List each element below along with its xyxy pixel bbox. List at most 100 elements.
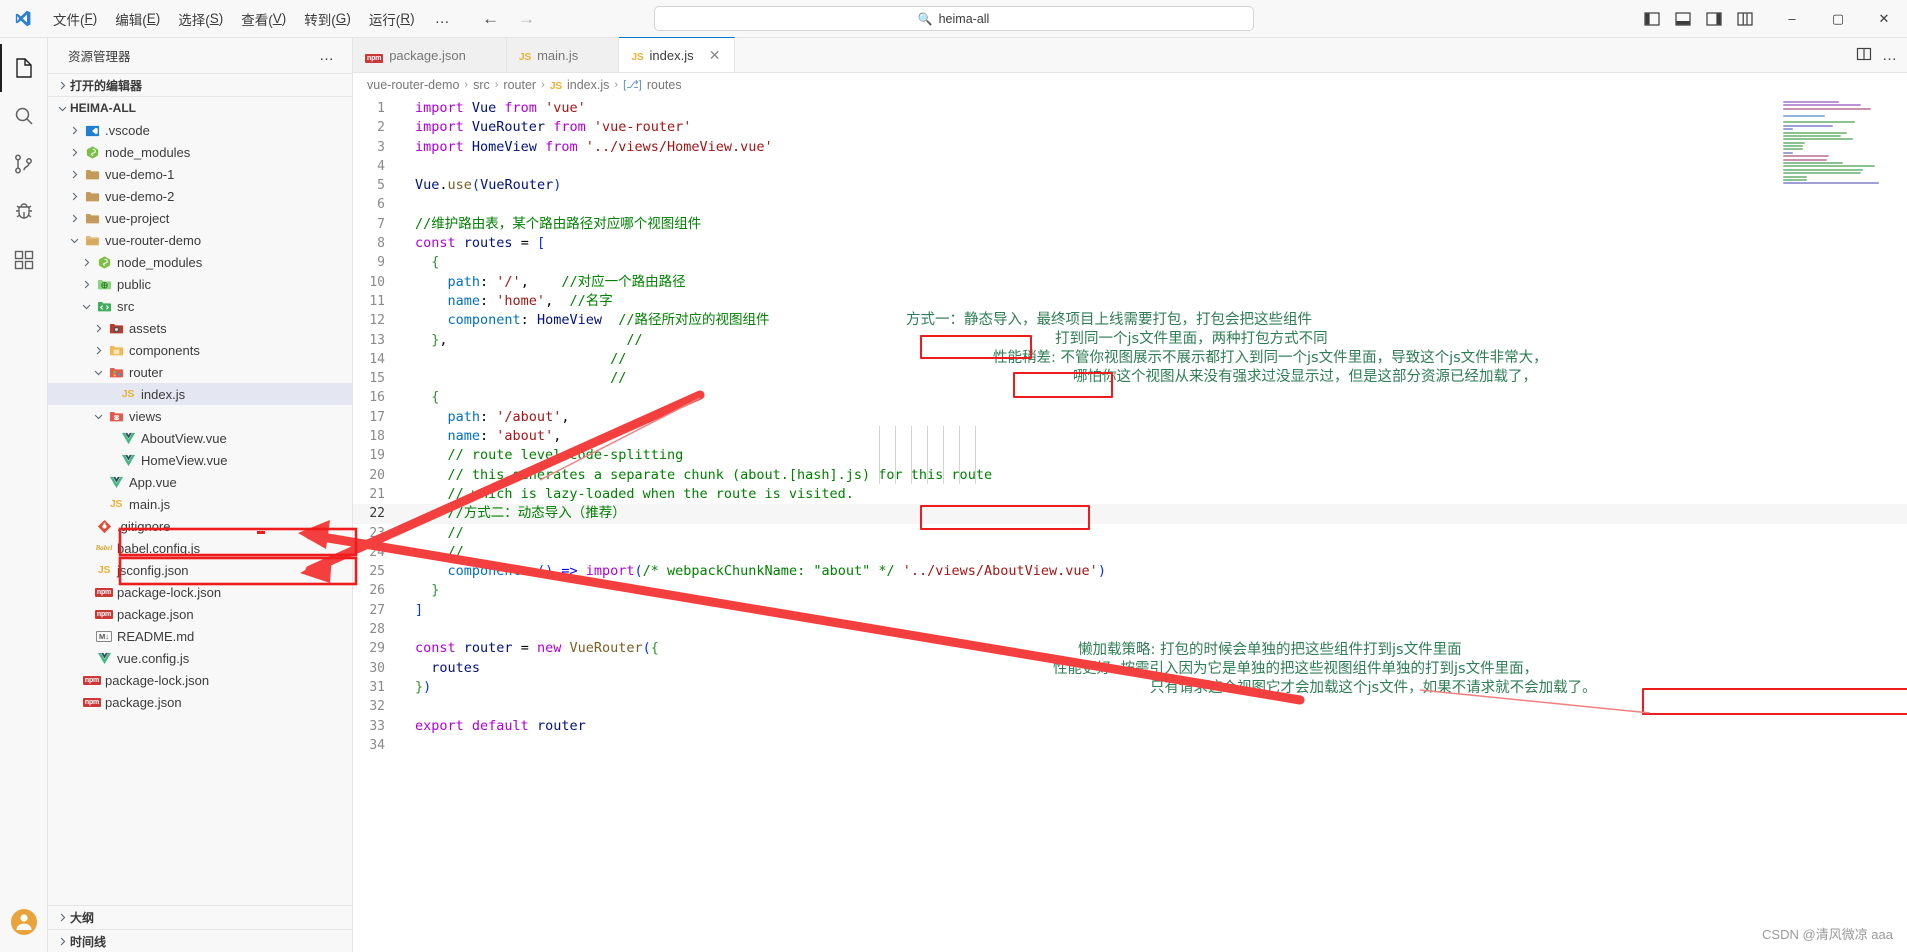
code-line[interactable]: 28 [353, 620, 1907, 639]
tree-file-main-js[interactable]: JS main.js [48, 493, 352, 515]
breadcrumb-item[interactable]: router [503, 78, 536, 92]
tree-folder-vue-router-demo[interactable]: vue-router-demo [48, 229, 352, 251]
code-line[interactable]: 21 // which is lazy-loaded when the rout… [353, 485, 1907, 504]
tree-folder-components[interactable]: components [48, 339, 352, 361]
code-line[interactable]: 29 const router = new VueRouter({ [353, 639, 1907, 658]
code-line[interactable]: 8 const routes = [ [353, 234, 1907, 253]
code-line[interactable]: 10 path: '/', //对应一个路由路径 [353, 273, 1907, 292]
code-line[interactable]: 30 routes [353, 659, 1907, 678]
code-line[interactable]: 15 // [353, 369, 1907, 388]
tree-file-readme-md[interactable]: M↓ README.md [48, 625, 352, 647]
code-editor[interactable]: 1 import Vue from 'vue' 2 import VueRouter … [353, 96, 1907, 952]
code-line[interactable]: 2 import VueRouter from 'vue-router' [353, 118, 1907, 137]
code-line[interactable]: 31}) [353, 678, 1907, 697]
window-maximize-button[interactable]: ▢ [1815, 0, 1861, 38]
tree-file-aboutview-vue[interactable]: AboutView.vue [48, 427, 352, 449]
tree-file-app-vue[interactable]: App.vue [48, 471, 352, 493]
tree-folder-vue-demo-2[interactable]: vue-demo-2 [48, 185, 352, 207]
tree-folder-router[interactable]: router [48, 361, 352, 383]
breadcrumb-item[interactable]: routes [647, 78, 682, 92]
code-line[interactable]: 23 // [353, 524, 1907, 543]
code-line[interactable]: 27] [353, 601, 1907, 620]
tree-file-package-json[interactable]: npm package.json [48, 691, 352, 713]
code-line[interactable]: 6 [353, 195, 1907, 214]
code-line[interactable]: 24 // [353, 543, 1907, 562]
tree-folder-vue-project[interactable]: vue-project [48, 207, 352, 229]
section-outline[interactable]: 大纲 [48, 906, 352, 929]
code-line[interactable]: 25 component: () => import(/* webpackChu… [353, 562, 1907, 581]
account-icon[interactable] [0, 898, 48, 946]
code-line[interactable]: 3 import HomeView from '../views/HomeView… [353, 138, 1907, 157]
tree-folder-node-modules[interactable]: node_modules [48, 141, 352, 163]
section-timeline[interactable]: 时间线 [48, 929, 352, 952]
toggle-primary-sidebar-icon[interactable] [1638, 6, 1666, 32]
tree-folder-node-modules[interactable]: node_modules [48, 251, 352, 273]
tree-file-homeview-vue[interactable]: HomeView.vue [48, 449, 352, 471]
menu-overflow-button[interactable]: … [424, 6, 462, 32]
menu-file[interactable]: 文件(F) [44, 6, 106, 32]
arrow-left-icon[interactable]: ← [480, 9, 502, 29]
tree-file--gitignore[interactable]: .gitignore [48, 515, 352, 537]
code-line[interactable]: 11 name: 'home', //名字 [353, 292, 1907, 311]
tab-index-js[interactable]: JS index.js ✕ [619, 37, 735, 72]
code-line[interactable]: 33 export default router [353, 717, 1907, 736]
tree-file-jsconfig-json[interactable]: JS jsconfig.json [48, 559, 352, 581]
customize-layout-icon[interactable] [1731, 6, 1759, 32]
command-search-bar[interactable]: 🔍 heima-all [653, 6, 1254, 31]
code-line[interactable]: 13 }, // [353, 331, 1907, 350]
section-project-root[interactable]: HEIMA-ALL [48, 96, 352, 119]
code-line[interactable]: 17 path: '/about', [353, 408, 1907, 427]
tree-file-package-lock-json[interactable]: npm package-lock.json [48, 669, 352, 691]
tree-file-babel-config-js[interactable]: Babel babel.config.js [48, 537, 352, 559]
arrow-right-icon[interactable]: → [516, 9, 538, 29]
code-line[interactable]: 26 } [353, 581, 1907, 600]
code-line[interactable]: 19 // route level code-splitting [353, 446, 1907, 465]
code-line[interactable]: 5 Vue.use(VueRouter) [353, 176, 1907, 195]
code-line[interactable]: 1 import Vue from 'vue' [353, 99, 1907, 118]
toggle-secondary-sidebar-icon[interactable] [1700, 6, 1728, 32]
tree-folder-src[interactable]: src [48, 295, 352, 317]
toggle-panel-icon[interactable] [1669, 6, 1697, 32]
code-line[interactable]: 32 [353, 697, 1907, 716]
tree-folder-assets[interactable]: assets [48, 317, 352, 339]
more-actions-icon[interactable]: … [313, 47, 340, 64]
tab-package-json[interactable]: npmpackage.json✕ [353, 38, 507, 72]
minimap[interactable] [1783, 101, 1893, 185]
code-line[interactable]: 12 component: HomeView //路径所对应的视图组件 [353, 311, 1907, 330]
code-line[interactable]: 9 { [353, 253, 1907, 272]
tree-file-package-json[interactable]: npm package.json [48, 603, 352, 625]
code-line[interactable]: 4 [353, 157, 1907, 176]
code-line[interactable]: 18 name: 'about', [353, 427, 1907, 446]
sidebar-item-source-control[interactable] [0, 140, 48, 188]
tree-folder-views[interactable]: <> views [48, 405, 352, 427]
menu-selection[interactable]: 选择(S) [169, 6, 232, 32]
code-line[interactable]: 22 //方式二：动态导入（推荐） [353, 504, 1907, 524]
window-minimize-button[interactable]: – [1769, 0, 1815, 38]
sidebar-item-explorer[interactable] [0, 44, 48, 92]
code-line[interactable]: 16 { [353, 388, 1907, 407]
code-line[interactable]: 7 //维护路由表，某个路由路径对应哪个视图组件 [353, 215, 1907, 234]
tree-folder--vscode[interactable]: .vscode [48, 119, 352, 141]
sidebar-item-search[interactable] [0, 92, 48, 140]
breadcrumb-item[interactable]: vue-router-demo [367, 78, 459, 92]
code-line[interactable]: 34 [353, 736, 1907, 755]
tab-main-js[interactable]: JSmain.js✕ [506, 38, 620, 72]
tree-file-index-js[interactable]: JS index.js [48, 383, 352, 405]
sidebar-item-extensions[interactable] [0, 236, 48, 284]
sidebar-item-run-and-debug[interactable] [0, 188, 48, 236]
tree-file-vue-config-js[interactable]: vue.config.js [48, 647, 352, 669]
section-open-editors[interactable]: 打开的编辑器 [48, 73, 352, 96]
breadcrumb-item[interactable]: index.js [567, 78, 609, 92]
tree-file-package-lock-json[interactable]: npm package-lock.json [48, 581, 352, 603]
window-close-button[interactable]: ✕ [1861, 0, 1907, 38]
code-line[interactable]: 14 // [353, 350, 1907, 369]
breadcrumb-item[interactable]: src [473, 78, 490, 92]
menu-view[interactable]: 查看(V) [232, 6, 295, 32]
menu-go[interactable]: 转到(G) [295, 6, 360, 32]
editor-more-actions-icon[interactable]: … [1882, 47, 1897, 64]
code-line[interactable]: 20 // this generates a separate chunk (a… [353, 466, 1907, 485]
tree-folder-vue-demo-1[interactable]: vue-demo-1 [48, 163, 352, 185]
close-icon[interactable]: ✕ [708, 47, 722, 64]
split-editor-icon[interactable] [1856, 46, 1872, 65]
tree-folder-public[interactable]: public [48, 273, 352, 295]
